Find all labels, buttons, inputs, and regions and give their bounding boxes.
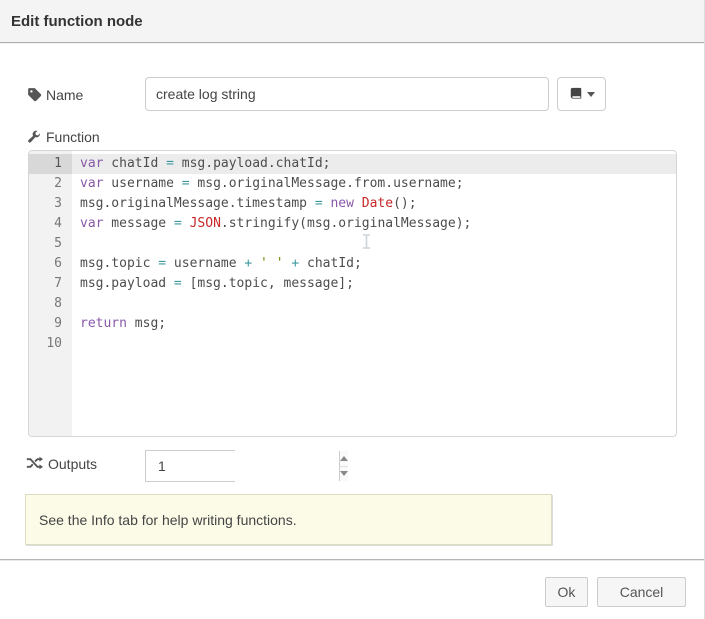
gutter-line-number: 7 [29,274,72,294]
gutter-line-number: 9 [29,314,72,334]
code-line[interactable]: msg.originalMessage.timestamp = new Date… [72,194,676,214]
spinner-down-button[interactable] [340,467,348,482]
tag-icon [27,87,42,102]
code-line[interactable]: var chatId = msg.payload.chatId; [72,154,676,174]
library-button[interactable] [557,77,606,111]
chevron-down-icon [587,92,595,97]
code-editor-gutter: 12345678910 [29,151,72,436]
code-editor-lines[interactable]: var chatId = msg.payload.chatId;var user… [72,151,676,436]
arrow-up-icon [340,456,348,461]
code-line[interactable]: msg.payload = [msg.topic, message]; [72,274,676,294]
book-icon [569,87,583,101]
code-line[interactable] [72,334,676,354]
gutter-line-number: 6 [29,254,72,274]
footer-divider [0,559,704,560]
code-line[interactable]: var message = JSON.stringify(msg.origina… [72,214,676,234]
function-label: Function [46,129,100,145]
info-tip-text: See the Info tab for help writing functi… [39,512,297,528]
code-line[interactable] [72,294,676,314]
shuffle-icon [26,456,43,470]
edit-function-node-dialog: Edit function node Name Function 1234567… [0,0,705,619]
gutter-line-number: 8 [29,294,72,314]
gutter-line-number: 5 [29,234,72,254]
code-line[interactable] [72,234,676,254]
arrow-down-icon [340,471,348,476]
name-label: Name [46,87,83,103]
gutter-line-number: 1 [29,154,72,174]
dialog-title: Edit function node [11,13,143,30]
wrench-icon [27,130,41,144]
mouse-cursor-ibeam [362,234,371,254]
gutter-line-number: 2 [29,174,72,194]
outputs-input[interactable] [146,451,339,481]
name-input[interactable] [145,77,549,111]
outputs-label: Outputs [48,456,97,472]
spinner-up-button[interactable] [340,451,348,467]
gutter-line-number: 10 [29,334,72,354]
outputs-spinner [145,450,235,482]
code-line[interactable]: msg.topic = username + ' ' + chatId; [72,254,676,274]
gutter-line-number: 3 [29,194,72,214]
code-line[interactable]: var username = msg.originalMessage.from.… [72,174,676,194]
function-code-editor[interactable]: 12345678910 var chatId = msg.payload.cha… [28,150,677,437]
gutter-line-number: 4 [29,214,72,234]
cancel-button[interactable]: Cancel [597,577,686,607]
code-line[interactable]: return msg; [72,314,676,334]
info-tip: See the Info tab for help writing functi… [25,494,552,545]
ok-button[interactable]: Ok [545,577,588,607]
dialog-header: Edit function node [0,0,704,43]
